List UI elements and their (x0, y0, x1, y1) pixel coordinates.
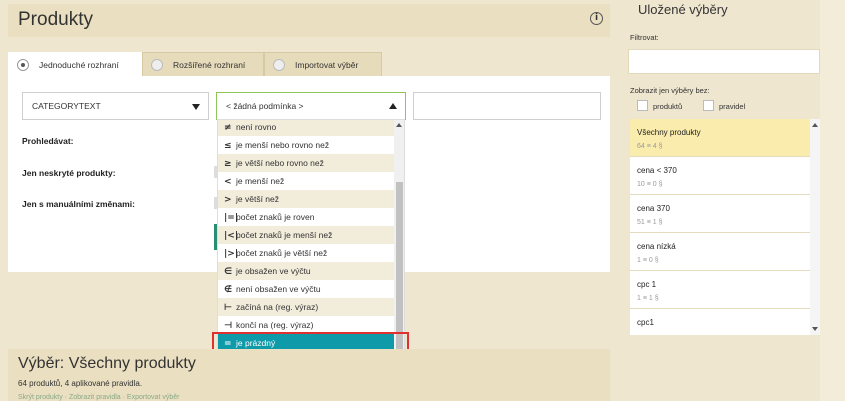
dropdown-option[interactable]: |<|počet znaků je menší než (218, 226, 395, 244)
option-label: je obsažen ve výčtu (236, 266, 311, 276)
saved-selection-item[interactable]: cpc 1 1 ≡ 1 § (630, 271, 810, 309)
right-gutter (820, 0, 845, 401)
manual-only-label: Jen s manuálními změnami: (22, 199, 135, 209)
rules-checkbox[interactable] (703, 100, 714, 111)
condition-select-value: < žádná podmínka > (226, 101, 304, 111)
operator-icon: ≤ (224, 141, 232, 151)
page-title: Produkty (18, 9, 93, 30)
result-summary: 64 produktů, 4 aplikované pravidla. (18, 379, 143, 388)
option-label: začíná na (reg. výraz) (236, 302, 319, 312)
saved-selection-item[interactable]: Všechny produkty 64 ≡ 4 § (630, 119, 810, 157)
field-select-value: CATEGORYTEXT (32, 101, 101, 111)
selection-name: cpc 1 (637, 280, 657, 289)
products-checkbox-label: produktů (653, 102, 683, 111)
option-label: je menší nebo rovno než (236, 140, 330, 150)
tab-label: Rozšířené rozhraní (173, 60, 246, 70)
option-label: je větší než (236, 194, 279, 204)
scroll-down-icon[interactable] (812, 327, 818, 331)
dropdown-scrollbar[interactable] (394, 120, 404, 365)
dropdown-option[interactable]: ≠ není rovno (218, 120, 395, 136)
saved-selections-list: Všechny produkty 64 ≡ 4 § cena < 370 10 ≡ 0… (630, 119, 820, 335)
operator-icon: < (224, 177, 232, 187)
result-title: Výběr: Všechny produkty (18, 355, 196, 372)
option-label: počet znaků je menší než (236, 230, 333, 240)
tab-label: Jednoduché rozhraní (39, 60, 119, 70)
operator-icon: |=| (224, 213, 239, 223)
selection-counts: 1 ≡ 1 § (637, 295, 659, 302)
operator-icon: ⊢ (224, 303, 233, 313)
selection-counts: 10 ≡ 0 § (637, 181, 663, 188)
products-checkbox[interactable] (637, 100, 648, 111)
selection-name: Všechny produkty (637, 128, 701, 137)
selection-counts: 64 ≡ 4 § (637, 143, 663, 150)
operator-icon: |>| (224, 249, 239, 259)
operator-icon: > (224, 195, 232, 205)
dropdown-option[interactable]: ∉ není obsažen ve výčtu (218, 280, 395, 298)
saved-selection-item[interactable]: cena < 370 10 ≡ 0 § (630, 157, 810, 195)
dropdown-option[interactable]: ⊢ začíná na (reg. výraz) (218, 298, 395, 316)
radio-icon[interactable] (17, 59, 29, 71)
tab-import[interactable]: Importovat výběr (264, 52, 382, 76)
selections-scrollbar[interactable] (810, 119, 820, 335)
dropdown-option[interactable]: |>|počet znaků je větší než (218, 244, 395, 262)
condition-select[interactable]: < žádná podmínka > (216, 92, 406, 120)
filter-label: Filtrovat: (630, 33, 659, 42)
operator-icon: ≠ (224, 123, 232, 133)
operator-icon: ∈ (224, 267, 233, 277)
dropdown-option[interactable]: ≥ je větší nebo rovno než (218, 154, 395, 172)
selection-counts: 1 ≡ 0 § (637, 257, 659, 264)
only-without-label: Zobrazit jen výběry bez: (630, 86, 710, 95)
selection-name: cena 370 (637, 204, 670, 213)
chevron-up-icon (389, 103, 397, 109)
dropdown-option[interactable]: < je menší než (218, 172, 395, 190)
operator-icon: |<| (224, 231, 239, 241)
tab-advanced[interactable]: Rozšířené rozhraní (142, 52, 264, 76)
option-label: počet znaků je roven (236, 212, 315, 222)
option-label: není rovno (236, 122, 277, 132)
selection-counts: 51 ≡ 1 § (637, 219, 663, 226)
scroll-up-icon[interactable] (812, 123, 818, 127)
chevron-down-icon (192, 104, 200, 110)
radio-icon[interactable] (273, 59, 285, 71)
option-label: je menší než (236, 176, 285, 186)
scroll-up-icon[interactable] (396, 123, 402, 127)
hidden-only-label: Jen neskryté produkty: (22, 168, 116, 178)
tab-label: Importovat výběr (295, 60, 359, 70)
condition-dropdown[interactable]: ≠ není rovno ≤ je menší nebo rovno než ≥ je v… (217, 119, 405, 366)
search-label: Prohledávat: (22, 136, 74, 146)
value-input[interactable] (413, 92, 601, 120)
operator-icon: ≥ (224, 159, 232, 169)
info-icon[interactable]: i (590, 12, 603, 25)
selection-name: cena nízká (637, 242, 676, 251)
saved-selection-item[interactable]: cpc1 (630, 309, 810, 335)
tab-simple[interactable]: Jednoduché rozhraní (8, 52, 142, 76)
operator-icon: ∉ (224, 285, 233, 295)
dropdown-option[interactable]: > je větší než (218, 190, 395, 208)
dropdown-option[interactable]: |=|počet znaků je roven (218, 208, 395, 226)
result-links[interactable]: Skrýt produkty · Zobrazit pravidla · Exp… (18, 394, 179, 401)
field-select[interactable]: CATEGORYTEXT (22, 92, 209, 120)
option-label: končí na (reg. výraz) (236, 320, 314, 330)
radio-icon[interactable] (151, 59, 163, 71)
saved-selection-item[interactable]: cena nízká 1 ≡ 0 § (630, 233, 810, 271)
selection-name: cpc1 (637, 318, 654, 327)
selection-filter-input[interactable] (628, 49, 820, 74)
sidebar-title: Uložené výběry (638, 2, 728, 17)
dropdown-option[interactable]: ∈ je obsažen ve výčtu (218, 262, 395, 280)
result-panel: Výběr: Všechny produkty 64 produktů, 4 a… (8, 349, 610, 401)
option-label: není obsažen ve výčtu (236, 284, 321, 294)
option-label: je větší nebo rovno než (236, 158, 324, 168)
selection-name: cena < 370 (637, 166, 677, 175)
rules-checkbox-label: pravidel (719, 102, 746, 111)
dropdown-option[interactable]: ≤ je menší nebo rovno než (218, 136, 395, 154)
saved-selection-item[interactable]: cena 370 51 ≡ 1 § (630, 195, 810, 233)
option-label: počet znaků je větší než (236, 248, 328, 258)
page-header: Produkty i (8, 4, 610, 37)
